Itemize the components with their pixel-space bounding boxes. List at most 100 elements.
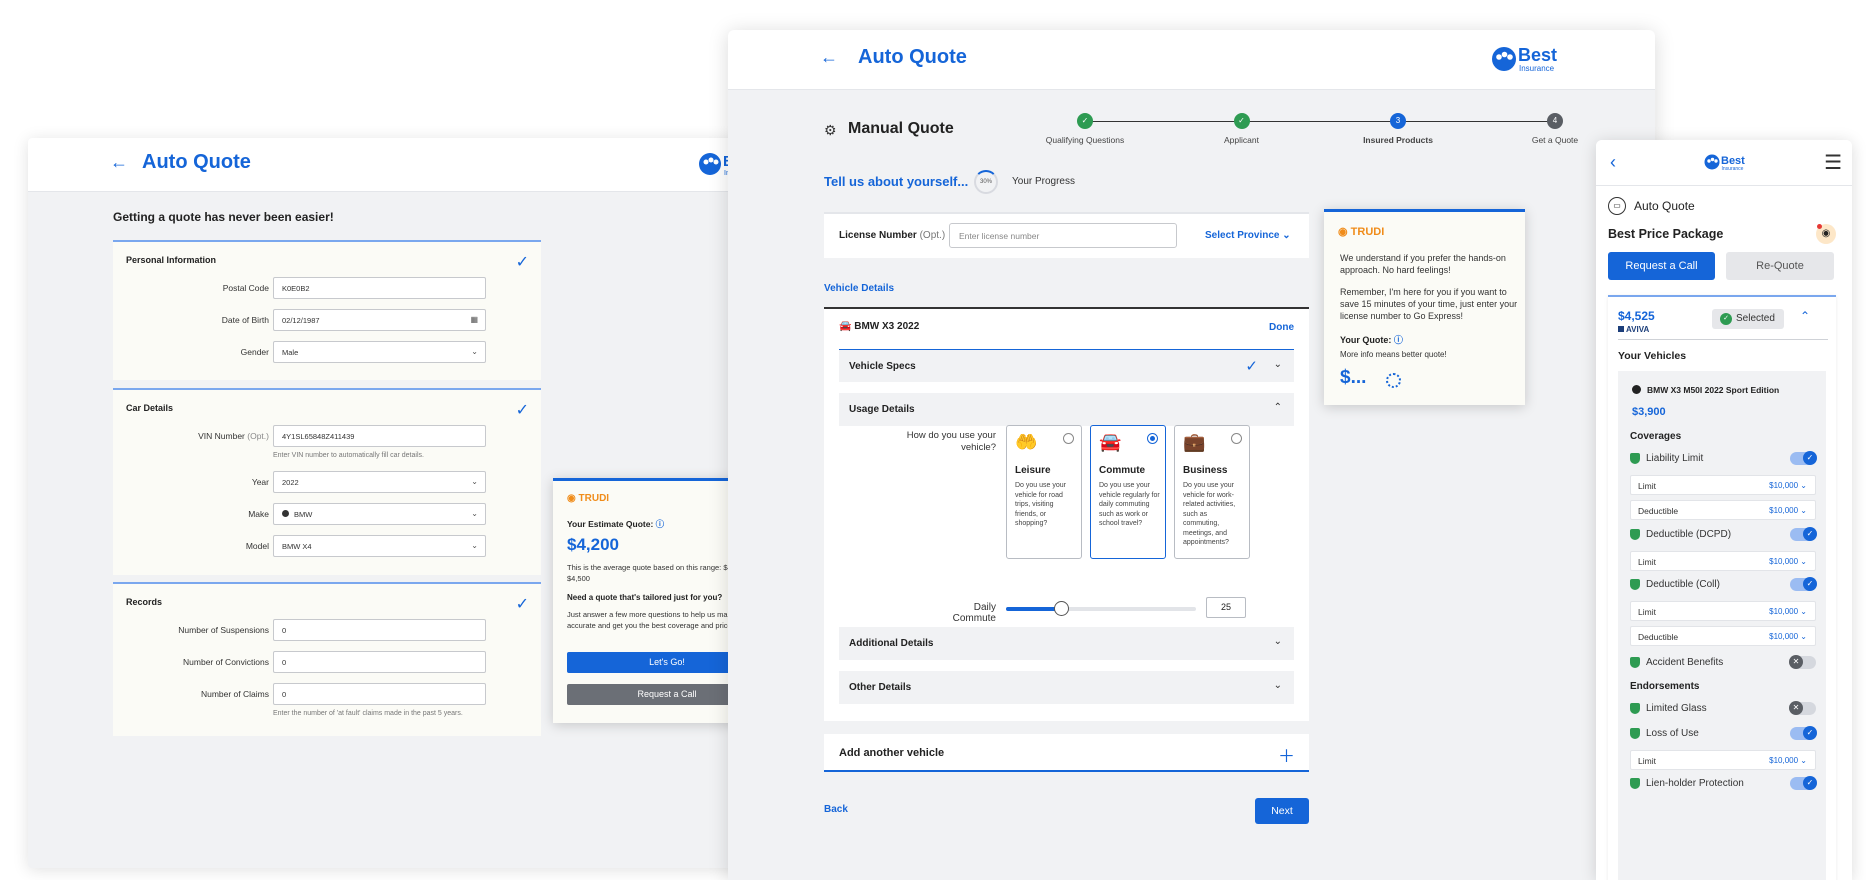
- chevron-up-icon[interactable]: ⌃: [1800, 309, 1810, 323]
- plus-icon[interactable]: ＋: [1278, 742, 1295, 767]
- postal-code-input[interactable]: K0E0B2: [273, 277, 486, 299]
- coverage-label: Accident Benefits: [1646, 657, 1724, 668]
- info-icon[interactable]: ⓘ: [1394, 335, 1403, 345]
- option-description: Do you use your vehicle for work-related…: [1183, 482, 1236, 546]
- requote-button[interactable]: Re-Quote: [1726, 252, 1834, 280]
- option-title: Leisure: [1015, 465, 1051, 476]
- trudi-avatar-icon[interactable]: ◉: [1816, 224, 1836, 244]
- make-select[interactable]: BMW ⌄: [273, 503, 486, 525]
- request-call-button[interactable]: Request a Call: [1608, 252, 1715, 280]
- back-arrow-icon[interactable]: ←: [110, 152, 128, 173]
- next-button[interactable]: Next: [1255, 798, 1309, 824]
- back-button[interactable]: Back: [824, 804, 848, 815]
- vin-input[interactable]: 4Y1SL65848Z411439: [273, 425, 486, 447]
- toggle-switch[interactable]: ✓: [1790, 527, 1817, 541]
- claims-label: Number of Claims: [200, 689, 269, 699]
- lets-go-button[interactable]: Let's Go!: [567, 652, 743, 673]
- business-option[interactable]: 💼 Business Do you use your vehicle for w…: [1174, 425, 1250, 559]
- toggle-switch[interactable]: ✓: [1790, 451, 1817, 465]
- package-price: $4,525: [1618, 309, 1655, 323]
- request-call-button[interactable]: Request a Call: [567, 684, 743, 705]
- convictions-input[interactable]: 0: [273, 651, 486, 673]
- gender-select[interactable]: Male ⌄: [273, 341, 486, 363]
- coverage-label: Liability Limit: [1646, 453, 1704, 464]
- select-province-dropdown[interactable]: Select Province ⌄: [1205, 230, 1291, 241]
- limit-select[interactable]: Limit $10,000 ⌄: [1630, 475, 1816, 495]
- shield-icon: [1630, 579, 1640, 590]
- toggle-switch[interactable]: ✕: [1789, 655, 1816, 669]
- limit-select[interactable]: Limit $10,000 ⌄: [1630, 601, 1816, 621]
- leisure-option[interactable]: 🤲 Leisure Do you use your vehicle for ro…: [1006, 425, 1082, 559]
- chevron-left-icon[interactable]: ‹: [1610, 152, 1616, 173]
- radio-button[interactable]: [1231, 433, 1242, 444]
- claims-input[interactable]: 0: [273, 683, 486, 705]
- car-icon: 🚘: [839, 321, 852, 332]
- limit-select[interactable]: Limit $10,000 ⌄: [1630, 551, 1816, 571]
- model-select[interactable]: BMW X4 ⌄: [273, 535, 486, 557]
- chevron-down-icon: ⌄: [471, 347, 478, 356]
- step-2: ✓ Applicant: [1187, 113, 1297, 145]
- limit-select[interactable]: Limit $10,000 ⌄: [1630, 750, 1816, 770]
- lead-text: Getting a quote has never been easier!: [113, 210, 334, 224]
- progress-stepper: ✓ Qualifying Questions ✓ Applicant 3 Insured …: [1046, 113, 1578, 153]
- step-number-badge: 4: [1547, 113, 1563, 129]
- endorsement-loss-of-use: Loss of Use ✓: [1630, 726, 1817, 742]
- check-icon: ✓: [1245, 358, 1258, 375]
- trudi-message-1: We understand if you prefer the hands-on…: [1340, 253, 1506, 275]
- bmw-logo-icon: [1632, 385, 1641, 394]
- car-details-card: Car Details ✓ VIN Number (Opt.) 4Y1SL658…: [113, 388, 541, 575]
- header: ← Auto Quote Best Insurance: [728, 30, 1655, 90]
- dob-label: Date of Birth: [221, 315, 269, 325]
- daily-commute-slider[interactable]: [1006, 601, 1196, 616]
- info-icon[interactable]: ⓘ: [656, 519, 665, 529]
- gender-label: Gender: [240, 347, 269, 357]
- selected-badge[interactable]: ✓ Selected: [1712, 309, 1784, 329]
- add-vehicle-row[interactable]: Add another vehicle ＋: [824, 734, 1309, 772]
- deductible-select[interactable]: Deductible $10,000 ⌄: [1630, 626, 1816, 646]
- mobile-header: ‹ Best Insurance ☰: [1596, 140, 1852, 186]
- year-select[interactable]: 2022 ⌄: [273, 471, 486, 493]
- card-title: Records: [126, 597, 163, 607]
- slider-handle[interactable]: [1054, 601, 1070, 616]
- usage-details-accordion[interactable]: Usage Details ⌃: [839, 393, 1294, 426]
- toggle-switch[interactable]: ✓: [1790, 776, 1817, 790]
- suspensions-label: Number of Suspensions: [178, 625, 269, 635]
- estimate-quote-popup: ◉ TRUDI Your Estimate Quote: ⓘ $4,200 Th…: [553, 478, 743, 723]
- toggle-switch[interactable]: ✕: [1789, 701, 1816, 715]
- back-arrow-icon[interactable]: ←: [820, 47, 838, 68]
- check-circle-icon: ✓: [1077, 113, 1093, 129]
- year-row: Year 2022 ⌄: [113, 471, 541, 493]
- radio-button[interactable]: [1147, 433, 1158, 444]
- dob-row: Date of Birth 02/12/1987 ▦: [113, 309, 541, 331]
- suspensions-row: Number of Suspensions 0: [113, 619, 541, 641]
- vehicle-coverage-panel: BMW X3 M50I 2022 Sport Edition $3,900 Co…: [1618, 371, 1826, 880]
- insurer-logo: AVIVA: [1618, 325, 1649, 334]
- date-of-birth-input[interactable]: 02/12/1987 ▦: [273, 309, 486, 331]
- hamburger-menu-icon[interactable]: ☰: [1824, 150, 1842, 175]
- model-label: Model: [245, 541, 269, 551]
- radio-button[interactable]: [1063, 433, 1074, 444]
- calendar-icon[interactable]: ▦: [470, 315, 478, 324]
- package-title: Best Price Package: [1608, 227, 1724, 241]
- make-row: Make BMW ⌄: [113, 503, 541, 525]
- progress-label: Your Progress: [1012, 176, 1075, 187]
- stepper-line: [1085, 121, 1555, 122]
- toggle-switch[interactable]: ✓: [1790, 726, 1817, 740]
- suspensions-input[interactable]: 0: [273, 619, 486, 641]
- other-details-accordion[interactable]: Other Details ⌄: [839, 671, 1294, 704]
- best-insurance-logo: Best Insurance: [1704, 152, 1748, 177]
- option-description: Do you use your vehicle for road trips, …: [1015, 482, 1066, 527]
- endorsement-lien-holder: Lien-holder Protection ✓: [1630, 776, 1817, 792]
- header: ← Auto Quote Best Insurance: [28, 138, 788, 192]
- license-input[interactable]: Enter license number: [949, 223, 1177, 248]
- done-button[interactable]: Done: [1269, 322, 1294, 333]
- vehicle-specs-accordion[interactable]: Vehicle Specs ✓ ⌄: [839, 349, 1294, 382]
- loading-spinner-icon: [1386, 373, 1401, 388]
- daily-commute-input[interactable]: 25: [1206, 597, 1246, 618]
- toggle-switch[interactable]: ✓: [1790, 577, 1817, 591]
- option-description: Do you use your vehicle regularly for da…: [1099, 482, 1160, 527]
- additional-details-accordion[interactable]: Additional Details ⌄: [839, 627, 1294, 660]
- deductible-select[interactable]: Deductible $10,000 ⌄: [1630, 500, 1816, 520]
- shield-icon: [1630, 657, 1640, 668]
- commute-option[interactable]: 🚘 Commute Do you use your vehicle regula…: [1090, 425, 1166, 559]
